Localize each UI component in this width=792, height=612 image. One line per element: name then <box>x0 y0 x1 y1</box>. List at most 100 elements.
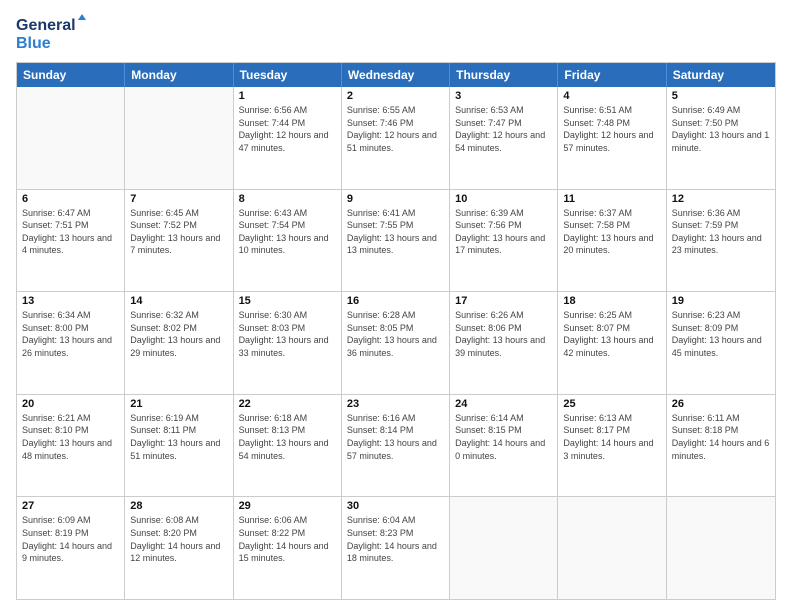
weekday-header: Wednesday <box>342 63 450 87</box>
day-number: 25 <box>563 398 660 410</box>
day-number: 5 <box>672 90 770 102</box>
calendar-cell: 4 Sunrise: 6:51 AM Sunset: 7:48 PM Daylig… <box>558 87 666 189</box>
calendar-cell: 28 Sunrise: 6:08 AM Sunset: 8:20 PM Dayli… <box>125 497 233 599</box>
calendar-cell: 18Sunrise: 6:25 AM Sunset: 8:07 PM Dayli… <box>558 292 666 394</box>
weekday-header: Thursday <box>450 63 558 87</box>
calendar-cell: 15 Sunrise: 6:30 AM Sunset: 8:03 PM Dayli… <box>234 292 342 394</box>
day-number: 20 <box>22 398 119 410</box>
calendar-cell: 2Sunrise: 6:55 AM Sunset: 7:46 PM Daylig… <box>342 87 450 189</box>
cell-text: Sunrise: 6:47 AM Sunset: 7:51 PM Dayligh… <box>22 207 119 257</box>
day-number: 7 <box>130 193 227 205</box>
day-number: 30 <box>347 500 444 512</box>
weekday-header: Friday <box>558 63 666 87</box>
cell-text: Sunrise: 6:13 AM Sunset: 8:17 PM Dayligh… <box>563 412 660 462</box>
day-number: 21 <box>130 398 227 410</box>
day-number: 23 <box>347 398 444 410</box>
calendar-row: 6 Sunrise: 6:47 AM Sunset: 7:51 PM Daylig… <box>17 190 775 293</box>
calendar-cell: 7 Sunrise: 6:45 AM Sunset: 7:52 PM Daylig… <box>125 190 233 292</box>
calendar-cell: 5Sunrise: 6:49 AM Sunset: 7:50 PM Daylig… <box>667 87 775 189</box>
calendar-cell: 3 Sunrise: 6:53 AM Sunset: 7:47 PM Daylig… <box>450 87 558 189</box>
day-number: 19 <box>672 295 770 307</box>
day-number: 3 <box>455 90 552 102</box>
calendar-cell: 23Sunrise: 6:16 AM Sunset: 8:14 PM Dayli… <box>342 395 450 497</box>
day-number: 10 <box>455 193 552 205</box>
cell-text: Sunrise: 6:55 AM Sunset: 7:46 PM Dayligh… <box>347 104 444 154</box>
calendar-body: 1 Sunrise: 6:56 AM Sunset: 7:44 PM Daylig… <box>17 87 775 599</box>
cell-text: Sunrise: 6:53 AM Sunset: 7:47 PM Dayligh… <box>455 104 552 154</box>
cell-text: Sunrise: 6:23 AM Sunset: 8:09 PM Dayligh… <box>672 309 770 359</box>
calendar-cell: 24 Sunrise: 6:14 AM Sunset: 8:15 PM Dayli… <box>450 395 558 497</box>
calendar-header: SundayMondayTuesdayWednesdayThursdayFrid… <box>17 63 775 87</box>
calendar-cell: 8 Sunrise: 6:43 AM Sunset: 7:54 PM Daylig… <box>234 190 342 292</box>
day-number: 4 <box>563 90 660 102</box>
calendar-cell: 19 Sunrise: 6:23 AM Sunset: 8:09 PM Dayli… <box>667 292 775 394</box>
calendar-cell: 20 Sunrise: 6:21 AM Sunset: 8:10 PM Dayli… <box>17 395 125 497</box>
logo: General Blue <box>16 12 86 54</box>
logo-svg: General Blue <box>16 12 86 54</box>
calendar-cell: 27 Sunrise: 6:09 AM Sunset: 8:19 PM Dayli… <box>17 497 125 599</box>
cell-text: Sunrise: 6:09 AM Sunset: 8:19 PM Dayligh… <box>22 514 119 564</box>
calendar-cell: 9Sunrise: 6:41 AM Sunset: 7:55 PM Daylig… <box>342 190 450 292</box>
day-number: 17 <box>455 295 552 307</box>
day-number: 13 <box>22 295 119 307</box>
svg-text:General: General <box>16 17 76 34</box>
calendar-cell <box>450 497 558 599</box>
calendar-cell <box>558 497 666 599</box>
calendar-row: 13Sunrise: 6:34 AM Sunset: 8:00 PM Dayli… <box>17 292 775 395</box>
calendar-row: 27 Sunrise: 6:09 AM Sunset: 8:19 PM Dayli… <box>17 497 775 599</box>
calendar-cell: 26 Sunrise: 6:11 AM Sunset: 8:18 PM Dayli… <box>667 395 775 497</box>
cell-text: Sunrise: 6:08 AM Sunset: 8:20 PM Dayligh… <box>130 514 227 564</box>
cell-text: Sunrise: 6:32 AM Sunset: 8:02 PM Dayligh… <box>130 309 227 359</box>
calendar-cell: 21 Sunrise: 6:19 AM Sunset: 8:11 PM Dayli… <box>125 395 233 497</box>
cell-text: Sunrise: 6:43 AM Sunset: 7:54 PM Dayligh… <box>239 207 336 257</box>
day-number: 8 <box>239 193 336 205</box>
cell-text: Sunrise: 6:51 AM Sunset: 7:48 PM Dayligh… <box>563 104 660 154</box>
calendar-cell: 30 Sunrise: 6:04 AM Sunset: 8:23 PM Dayli… <box>342 497 450 599</box>
weekday-header: Monday <box>125 63 233 87</box>
weekday-header: Sunday <box>17 63 125 87</box>
cell-text: Sunrise: 6:18 AM Sunset: 8:13 PM Dayligh… <box>239 412 336 462</box>
weekday-header: Saturday <box>667 63 775 87</box>
day-number: 14 <box>130 295 227 307</box>
cell-text: Sunrise: 6:06 AM Sunset: 8:22 PM Dayligh… <box>239 514 336 564</box>
cell-text: Sunrise: 6:37 AM Sunset: 7:58 PM Dayligh… <box>563 207 660 257</box>
cell-text: Sunrise: 6:45 AM Sunset: 7:52 PM Dayligh… <box>130 207 227 257</box>
calendar-cell <box>17 87 125 189</box>
cell-text: Sunrise: 6:14 AM Sunset: 8:15 PM Dayligh… <box>455 412 552 462</box>
cell-text: Sunrise: 6:28 AM Sunset: 8:05 PM Dayligh… <box>347 309 444 359</box>
cell-text: Sunrise: 6:56 AM Sunset: 7:44 PM Dayligh… <box>239 104 336 154</box>
cell-text: Sunrise: 6:21 AM Sunset: 8:10 PM Dayligh… <box>22 412 119 462</box>
calendar-cell: 17Sunrise: 6:26 AM Sunset: 8:06 PM Dayli… <box>450 292 558 394</box>
calendar-cell <box>125 87 233 189</box>
calendar-cell: 25 Sunrise: 6:13 AM Sunset: 8:17 PM Dayli… <box>558 395 666 497</box>
day-number: 16 <box>347 295 444 307</box>
calendar-cell: 29Sunrise: 6:06 AM Sunset: 8:22 PM Dayli… <box>234 497 342 599</box>
day-number: 15 <box>239 295 336 307</box>
svg-text:Blue: Blue <box>16 35 51 52</box>
day-number: 27 <box>22 500 119 512</box>
calendar-cell: 22 Sunrise: 6:18 AM Sunset: 8:13 PM Dayli… <box>234 395 342 497</box>
day-number: 28 <box>130 500 227 512</box>
calendar-row: 1 Sunrise: 6:56 AM Sunset: 7:44 PM Daylig… <box>17 87 775 190</box>
day-number: 6 <box>22 193 119 205</box>
calendar-cell: 12Sunrise: 6:36 AM Sunset: 7:59 PM Dayli… <box>667 190 775 292</box>
cell-text: Sunrise: 6:30 AM Sunset: 8:03 PM Dayligh… <box>239 309 336 359</box>
cell-text: Sunrise: 6:19 AM Sunset: 8:11 PM Dayligh… <box>130 412 227 462</box>
cell-text: Sunrise: 6:41 AM Sunset: 7:55 PM Dayligh… <box>347 207 444 257</box>
cell-text: Sunrise: 6:04 AM Sunset: 8:23 PM Dayligh… <box>347 514 444 564</box>
calendar-cell: 14 Sunrise: 6:32 AM Sunset: 8:02 PM Dayli… <box>125 292 233 394</box>
calendar-cell: 10 Sunrise: 6:39 AM Sunset: 7:56 PM Dayli… <box>450 190 558 292</box>
day-number: 26 <box>672 398 770 410</box>
cell-text: Sunrise: 6:36 AM Sunset: 7:59 PM Dayligh… <box>672 207 770 257</box>
day-number: 22 <box>239 398 336 410</box>
cell-text: Sunrise: 6:25 AM Sunset: 8:07 PM Dayligh… <box>563 309 660 359</box>
calendar-cell: 11 Sunrise: 6:37 AM Sunset: 7:58 PM Dayli… <box>558 190 666 292</box>
calendar-cell <box>667 497 775 599</box>
cell-text: Sunrise: 6:11 AM Sunset: 8:18 PM Dayligh… <box>672 412 770 462</box>
day-number: 11 <box>563 193 660 205</box>
calendar-row: 20 Sunrise: 6:21 AM Sunset: 8:10 PM Dayli… <box>17 395 775 498</box>
day-number: 1 <box>239 90 336 102</box>
day-number: 24 <box>455 398 552 410</box>
cell-text: Sunrise: 6:39 AM Sunset: 7:56 PM Dayligh… <box>455 207 552 257</box>
calendar-cell: 1 Sunrise: 6:56 AM Sunset: 7:44 PM Daylig… <box>234 87 342 189</box>
